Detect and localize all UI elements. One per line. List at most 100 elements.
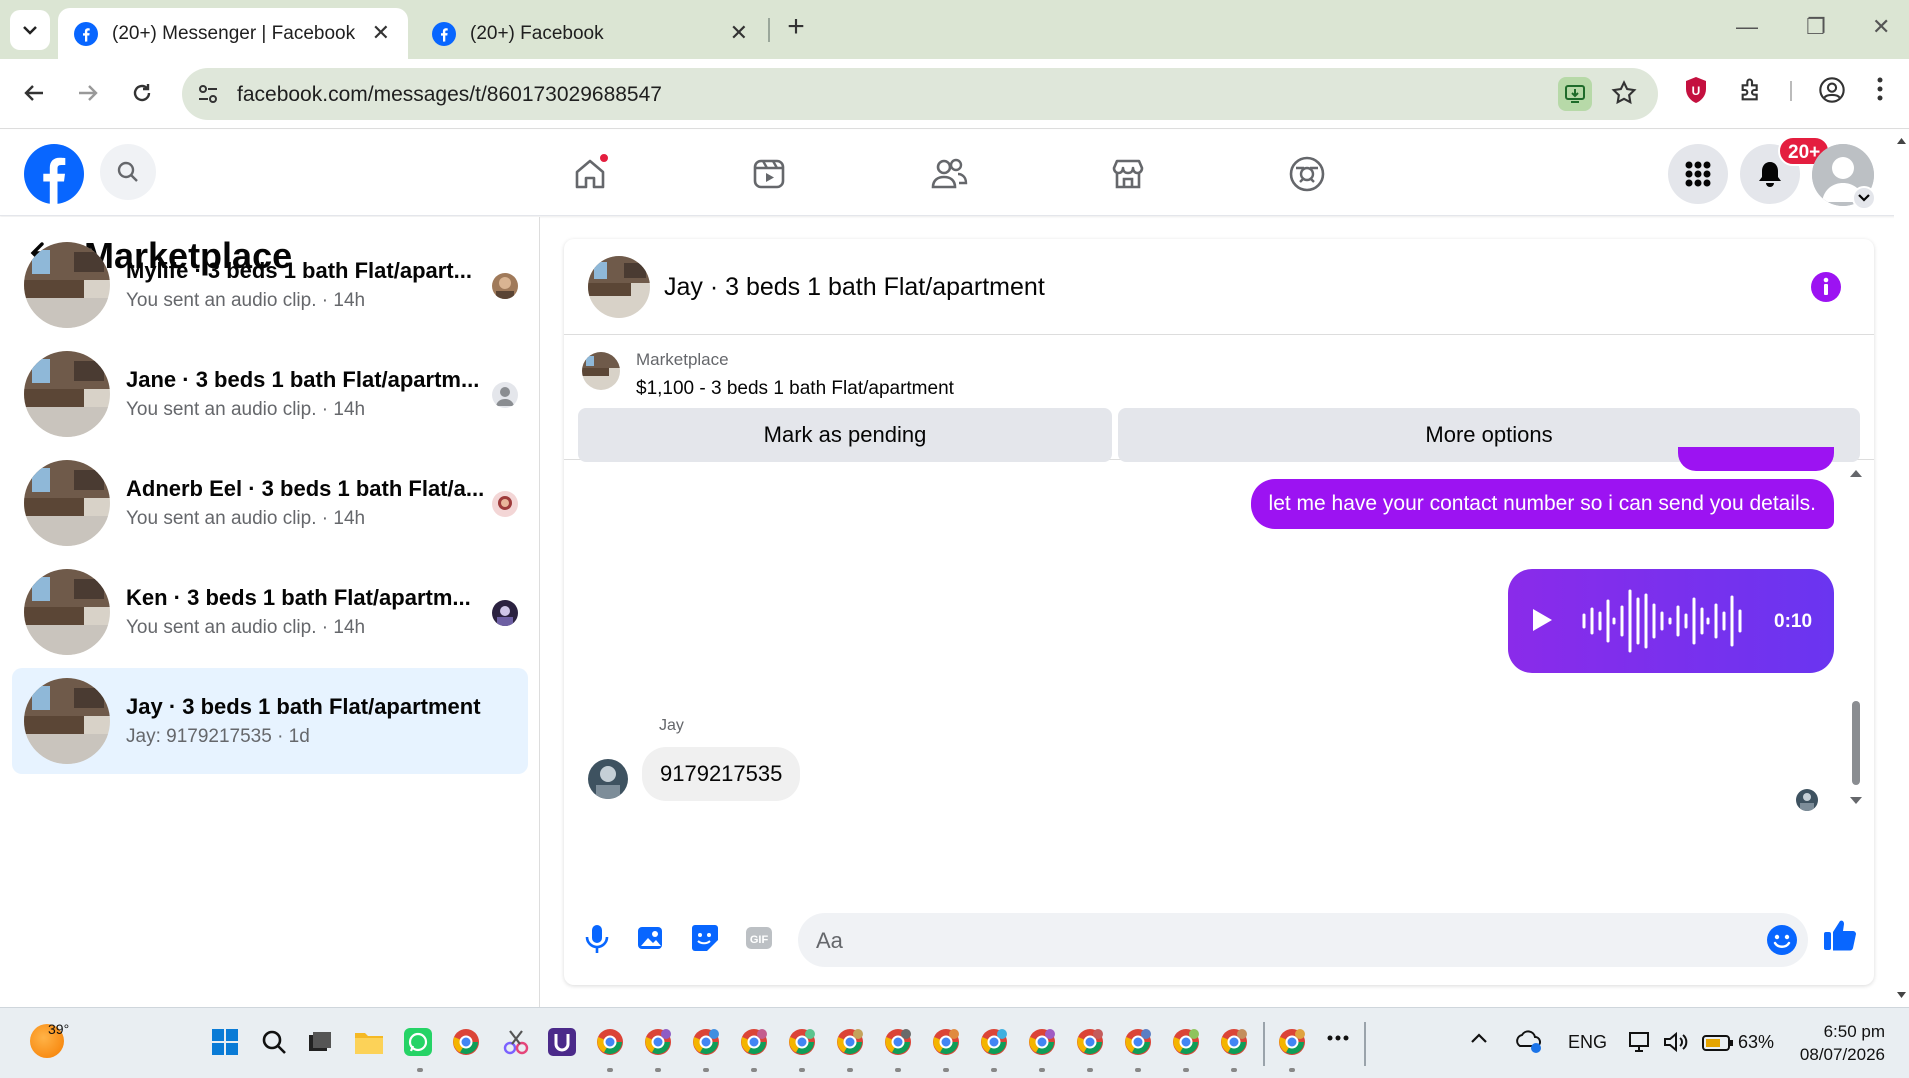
browser-menu-icon[interactable] (1876, 76, 1884, 102)
close-tab-icon[interactable]: ✕ (730, 22, 748, 44)
sent-message-bubble[interactable]: let me have your contact number so i can… (1250, 479, 1834, 529)
nav-gaming-button[interactable] (1283, 150, 1331, 198)
conversation-item[interactable]: Mylife · 3 beds 1 bath Flat/apart... You… (12, 232, 528, 338)
nav-home-button[interactable] (566, 150, 614, 198)
chrome-profile-window-icon[interactable] (1076, 1028, 1106, 1058)
show-hidden-icons-chevron[interactable] (1470, 1032, 1488, 1044)
bell-icon (1759, 162, 1781, 187)
file-explorer-icon[interactable] (354, 1028, 384, 1058)
language-indicator[interactable]: ENG (1568, 1032, 1607, 1053)
nav-marketplace-button[interactable] (1104, 150, 1152, 198)
chrome-profile-window-icon[interactable] (932, 1028, 962, 1058)
chrome-profile-window-icon[interactable] (836, 1028, 866, 1058)
site-settings-icon[interactable] (196, 82, 220, 106)
new-tab-button[interactable]: + (780, 12, 812, 44)
forward-button[interactable] (70, 75, 106, 111)
chrome-profile-window-icon[interactable] (692, 1028, 722, 1058)
chrome-profile-window-icon[interactable] (1172, 1028, 1202, 1058)
media-app-icon[interactable] (548, 1028, 578, 1058)
received-message-bubble[interactable]: 9179217535 (642, 747, 801, 801)
message-input[interactable]: Aa (798, 913, 1808, 967)
chrome-profile-window-icon[interactable] (884, 1028, 914, 1058)
snipping-tool-icon[interactable] (502, 1028, 532, 1058)
ublock-extension-icon[interactable]: U (1684, 76, 1708, 104)
install-app-icon[interactable] (1558, 77, 1592, 111)
chat-scrollbar[interactable] (1846, 465, 1866, 895)
taskbar-search-icon[interactable] (260, 1028, 290, 1058)
running-indicator (1231, 1068, 1237, 1072)
profile-icon[interactable] (1818, 76, 1846, 104)
photo-icon[interactable] (636, 923, 664, 953)
listing-thumbnail (24, 460, 110, 546)
thumbs-up-icon[interactable] (1822, 917, 1858, 953)
chrome-profile-window-icon[interactable] (1028, 1028, 1058, 1058)
conversation-info-icon[interactable] (1810, 271, 1842, 303)
sender-avatar[interactable] (588, 759, 628, 799)
play-icon[interactable] (1530, 607, 1554, 633)
chrome-profile-window-icon[interactable] (1220, 1028, 1250, 1058)
close-window-icon[interactable]: ✕ (1872, 14, 1890, 40)
page-scrollbar[interactable] (1894, 130, 1909, 1007)
reload-button[interactable] (124, 75, 160, 111)
conversation-item[interactable]: Jane · 3 beds 1 bath Flat/apartm... You … (12, 341, 528, 447)
system-clock[interactable]: 6:50 pm 08/07/2026 (1800, 1020, 1885, 1066)
restore-icon[interactable]: ❐ (1806, 14, 1826, 40)
chat-title[interactable]: Jay · 3 beds 1 bath Flat/apartment (664, 273, 1045, 302)
tab-search-button[interactable] (10, 10, 50, 50)
gif-icon[interactable]: GIF (744, 923, 774, 953)
facebook-logo-icon[interactable] (24, 144, 84, 204)
sticker-icon[interactable] (690, 923, 720, 953)
conversation-item[interactable]: Adnerb Eel · 3 beds 1 bath Flat/a... You… (12, 450, 528, 556)
mark-as-pending-button[interactable]: Mark as pending (578, 408, 1112, 462)
facebook-search-button[interactable] (100, 144, 156, 200)
close-tab-icon[interactable]: ✕ (372, 22, 390, 44)
chrome-profile-window-icon[interactable] (1124, 1028, 1154, 1058)
tab-facebook[interactable]: (20+) Facebook ✕ (416, 8, 766, 59)
running-indicator (847, 1068, 853, 1072)
task-view-icon[interactable] (306, 1028, 336, 1058)
battery-icon[interactable] (1702, 1034, 1734, 1052)
running-indicator (1135, 1068, 1141, 1072)
listing-title[interactable]: $1,100 - 3 beds 1 bath Flat/apartment (636, 378, 954, 400)
running-indicator (703, 1068, 709, 1072)
chrome-window-icon[interactable] (596, 1028, 626, 1058)
emoji-icon[interactable] (1766, 924, 1798, 956)
menu-grid-button[interactable] (1668, 144, 1728, 204)
back-button[interactable] (16, 75, 52, 111)
conversation-item-selected[interactable]: Jay · 3 beds 1 bath Flat/apartment Jay: … (12, 668, 528, 774)
chat-listing-avatar[interactable] (588, 256, 650, 318)
extensions-puzzle-icon[interactable] (1738, 76, 1766, 104)
conversation-item[interactable]: Ken · 3 beds 1 bath Flat/apartm... You s… (12, 559, 528, 665)
chrome-profile-window-icon[interactable] (788, 1028, 818, 1058)
chrome-active-window-icon[interactable] (1278, 1028, 1308, 1058)
bookmark-star-icon[interactable] (1610, 79, 1638, 107)
listing-thumbnail (24, 569, 110, 655)
nav-video-button[interactable] (745, 150, 793, 198)
tab-messenger[interactable]: (20+) Messenger | Facebook ✕ (58, 8, 408, 59)
running-indicator (799, 1068, 805, 1072)
svg-text:GIF: GIF (750, 934, 769, 946)
listing-thumbnail (24, 242, 110, 328)
chrome-icon[interactable] (452, 1028, 482, 1058)
volume-icon[interactable] (1662, 1030, 1688, 1054)
onedrive-icon[interactable] (1514, 1028, 1544, 1054)
whatsapp-icon[interactable] (404, 1028, 434, 1058)
chrome-profile-window-icon[interactable] (644, 1028, 674, 1058)
browser-tab-bar: (20+) Messenger | Facebook ✕ (20+) Faceb… (0, 0, 1909, 59)
chrome-profile-window-icon[interactable] (740, 1028, 770, 1058)
microphone-icon[interactable] (582, 923, 612, 955)
address-bar[interactable]: facebook.com/messages/t/860173029688547 (182, 68, 1658, 120)
listing-thumbnail-small[interactable] (582, 352, 620, 390)
audio-waveform-icon[interactable] (1580, 587, 1748, 655)
more-apps-icon[interactable] (1326, 1034, 1356, 1064)
nav-friends-button[interactable] (925, 150, 973, 198)
message-thread: let me have your contact number so i can… (564, 447, 1874, 901)
url-text: facebook.com/messages/t/860173029688547 (237, 83, 662, 106)
network-display-icon[interactable] (1628, 1030, 1652, 1054)
account-chevron-icon[interactable] (1852, 186, 1876, 210)
minimize-icon[interactable]: — (1736, 14, 1758, 40)
running-indicator (1183, 1068, 1189, 1072)
running-indicator (1039, 1068, 1045, 1072)
chrome-profile-window-icon[interactable] (980, 1028, 1010, 1058)
windows-start-icon[interactable] (211, 1028, 241, 1058)
